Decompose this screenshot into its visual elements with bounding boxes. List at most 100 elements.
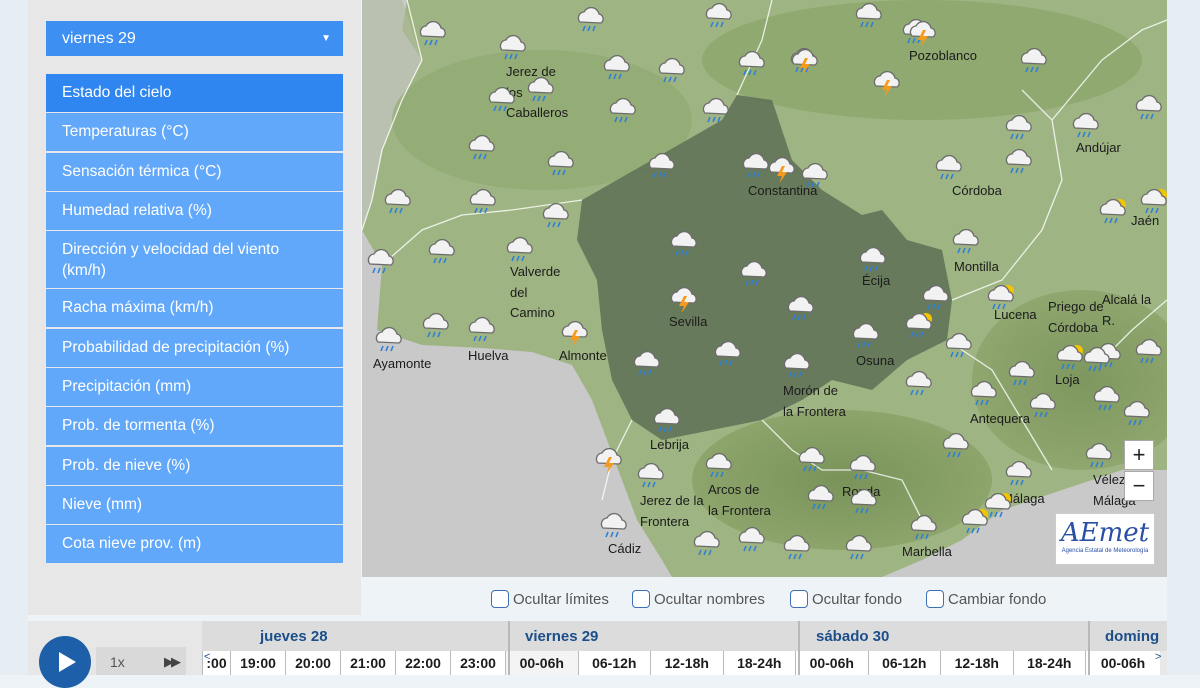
rain-cloud-icon [702,97,729,123]
timeline-slot[interactable]: 12-18h [940,651,1013,675]
menu-item[interactable]: Nieve (mm) [46,485,343,524]
menu-item[interactable]: Sensación térmica (°C) [46,152,343,191]
place-label-loja: Loja [1055,372,1080,387]
zoom-in-button[interactable]: + [1124,440,1154,470]
zoom-out-button[interactable]: − [1124,471,1154,501]
timeline-slot[interactable]: 00-06h [1085,651,1160,675]
timeline-slot[interactable]: 21:00 [340,651,395,675]
timeline-prev-icon[interactable]: < [204,651,210,663]
rain-cloud-icon [807,484,834,510]
place-label-jaen: Jaén [1131,213,1160,228]
rain-cloud-icon [603,54,630,80]
timeline-hours: :00 19:00 20:00 21:00 22:00 23:00 00-06h 06-12h… [202,651,1167,675]
checkbox[interactable] [790,590,808,608]
menu-item[interactable]: Precipitación (mm) [46,368,343,407]
rain-cloud-icon [375,326,402,352]
menu-item[interactable]: Prob. de tormenta (%) [46,407,343,446]
timeline-slot[interactable]: 18-24h [1012,651,1085,675]
place-label-pozoblanco: Pozoblanco [909,48,977,63]
menu-item[interactable]: Estado del cielo [46,74,343,112]
rain-cloud-icon [849,454,876,480]
timeline: 1x ▶▶ :00 19:00 20:00 21:00 22:00 23:00 00-06h… [28,621,1167,688]
thunderstorm-icon [768,156,795,182]
rain-cloud-icon [547,150,574,176]
timeline-slot[interactable]: 12-18h [650,651,723,675]
place-label-arcos: Arcos de la Frontera [708,482,771,518]
rain-cloud-icon [384,188,411,214]
timeline-day[interactable]: sábado 30 [798,621,889,651]
rain-cloud-icon [1072,112,1099,138]
menu-item[interactable]: Temperaturas (°C) [46,113,343,152]
rain-cloud-icon [468,316,495,342]
option-cambiar-fondo[interactable]: Cambiar fondo [926,590,1046,608]
rain-cloud-icon [1005,114,1032,140]
rain-cloud-icon [577,6,604,32]
timeline-slot[interactable]: 20:00 [285,651,340,675]
menu-item[interactable]: Racha máxima (km/h) [46,289,343,328]
option-ocultar-nombres[interactable]: Ocultar nombres [632,590,765,608]
partly-cloudy-rain-icon [987,284,1014,310]
menu-item[interactable]: Cota nieve prov. (m) [46,525,343,564]
rain-cloud-icon [488,86,515,112]
fast-forward-icon[interactable]: ▶▶ [164,647,181,677]
timeline-slot[interactable]: 19:00 [230,651,285,675]
rain-cloud-icon [506,236,533,262]
forecast-map[interactable]: Jerez de los Caballeros Pozoblanco Andújar… [362,0,1167,577]
rain-cloud-icon [910,514,937,540]
rain-cloud-icon [905,370,932,396]
rain-cloud-icon [693,530,720,556]
checkbox[interactable] [926,590,944,608]
option-ocultar-fondo[interactable]: Ocultar fondo [790,590,902,608]
timeline-slot[interactable]: 06-12h [577,651,650,675]
rain-cloud-icon [952,228,979,254]
speed-button[interactable]: 1x ▶▶ [96,647,186,675]
checkbox[interactable] [632,590,650,608]
rain-cloud-icon [859,246,886,272]
partly-cloudy-rain-icon [1056,344,1083,370]
rain-cloud-icon [1020,47,1047,73]
rain-cloud-icon [419,20,446,46]
menu-item[interactable]: Humedad relativa (%) [46,191,343,230]
timeline-slot[interactable]: 23:00 [450,651,505,675]
timeline-slot[interactable]: 00-06h [795,651,868,675]
place-label-sevilla: Sevilla [669,314,708,329]
thunderstorm-icon [873,70,900,96]
rain-cloud-icon [1085,442,1112,468]
thunderstorm-icon [909,20,936,46]
place-label-moron: Morón de la Frontera [783,383,846,419]
checkbox[interactable] [491,590,509,608]
day-select[interactable]: viernes 29 ▼ [46,21,343,56]
partly-cloudy-rain-icon [984,492,1011,518]
timeline-slot[interactable]: 06-12h [867,651,940,675]
rain-cloud-icon [542,202,569,228]
timeline-next-icon[interactable]: > [1155,651,1161,663]
menu-item[interactable]: Dirección y velocidad del viento (km/h) [46,231,343,289]
timeline-slot[interactable]: 22:00 [395,651,450,675]
rain-cloud-icon [637,462,664,488]
rain-cloud-icon [970,380,997,406]
rain-cloud-icon [670,230,697,256]
page-background-right [1167,0,1200,675]
rain-cloud-icon [1005,460,1032,486]
timeline-day[interactable]: doming [1087,621,1159,651]
option-label: Ocultar fondo [812,590,903,608]
menu-item[interactable]: Probabilidad de precipitación (%) [46,328,343,367]
play-button[interactable] [39,636,91,688]
menu-item[interactable]: Prob. de nieve (%) [46,446,343,485]
timeline-day[interactable]: viernes 29 [507,621,598,651]
option-ocultar-limites[interactable]: Ocultar límites [491,590,609,608]
aemet-logo-text: AEmet [1060,518,1150,548]
place-label-andujar: Andújar [1076,140,1121,155]
timeline-day[interactable]: jueves 28 [242,621,328,651]
place-label-lebrija: Lebrija [650,437,690,452]
timeline-slot[interactable]: 18-24h [722,651,795,675]
timeline-slot[interactable]: 00-06h [505,651,578,675]
day-separator [1088,621,1090,675]
rain-cloud-icon [942,432,969,458]
place-label-alcala: Alcalá la R. [1102,292,1152,328]
aemet-logo-subtitle: Agencia Estatal de Meteorología [1061,548,1149,554]
rain-cloud-icon [783,352,810,378]
rain-cloud-icon [499,34,526,60]
player-controls: 1x ▶▶ [28,621,202,688]
page-background-left [0,0,28,675]
